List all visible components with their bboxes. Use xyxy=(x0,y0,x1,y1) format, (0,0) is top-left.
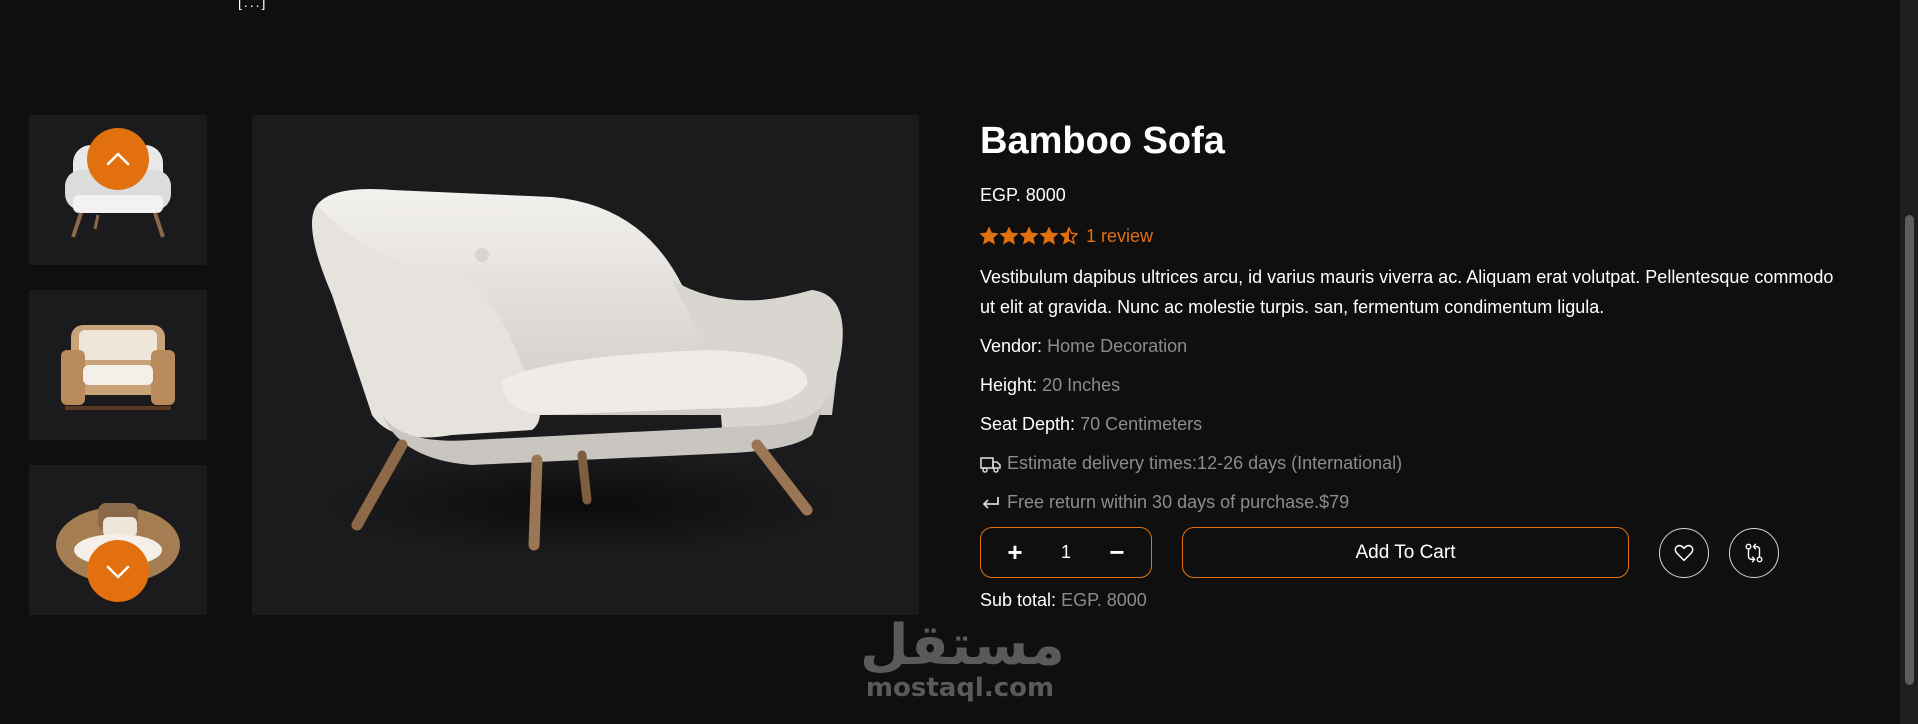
spec-height: Height: 20 Inches xyxy=(980,371,1850,400)
thumbnail-scroll-down-button[interactable] xyxy=(87,540,149,602)
rating-stars xyxy=(980,227,1078,245)
spec-label: Seat Depth: xyxy=(980,414,1076,434)
rattan-armchair-thumb-image xyxy=(61,325,175,410)
chevron-up-icon xyxy=(106,152,130,166)
subtotal: Sub total: EGP. 8000 xyxy=(980,590,1850,611)
star-icon xyxy=(1040,227,1058,245)
compare-button[interactable] xyxy=(1729,527,1779,578)
main-product-image xyxy=(252,115,919,615)
product-title: Bamboo Sofa xyxy=(980,120,1225,162)
spec-value[interactable]: Home Decoration xyxy=(1047,336,1187,356)
quantity-value[interactable]: 1 xyxy=(1061,542,1071,563)
watermark-latin: mostaql.com xyxy=(865,673,1055,703)
white-armchair-image xyxy=(312,189,843,555)
heart-icon xyxy=(1674,544,1694,561)
review-count-link[interactable]: 1 review xyxy=(1086,226,1153,247)
spec-value: 20 Inches xyxy=(1042,375,1121,395)
subtotal-label: Sub total: xyxy=(980,590,1057,610)
wishlist-button[interactable] xyxy=(1659,527,1709,578)
spec-label: Vendor: xyxy=(980,336,1043,356)
delivery-info: Estimate delivery times:12-26 days (Inte… xyxy=(980,449,1850,478)
star-icon xyxy=(1060,227,1078,245)
subtotal-value: EGP. 8000 xyxy=(1061,590,1147,610)
delivery-text: Estimate delivery times:12-26 days (Inte… xyxy=(1007,453,1403,473)
spec-seat-depth: Seat Depth: 70 Centimeters xyxy=(980,410,1850,439)
truck-icon xyxy=(980,456,1001,473)
star-icon xyxy=(980,227,998,245)
top-cropped-text: [...] xyxy=(238,0,268,10)
thumbnail-rattan-armchair[interactable] xyxy=(29,290,207,440)
quantity-increase-button[interactable]: + xyxy=(1001,537,1029,568)
compare-icon xyxy=(1745,542,1763,563)
spec-vendor: Vendor: Home Decoration xyxy=(980,332,1850,361)
return-info: Free return within 30 days of purchase.$… xyxy=(980,488,1850,517)
quantity-stepper: + 1 − xyxy=(980,527,1152,578)
return-arrow-icon xyxy=(982,496,999,509)
purchase-actions: + 1 − Add To Cart xyxy=(980,527,1850,578)
spec-label: Height: xyxy=(980,375,1038,395)
watermark: مستقل mostaql.com xyxy=(860,613,1065,704)
watermark-arabic: مستقل xyxy=(860,613,1065,678)
product-info: Bamboo Sofa EGP. 8000 1 review Vestibulu… xyxy=(980,115,1850,611)
spec-value: 70 Centimeters xyxy=(1080,414,1203,434)
star-icon xyxy=(1020,227,1038,245)
scrollbar-thumb[interactable] xyxy=(1905,215,1914,685)
star-icon xyxy=(1000,227,1018,245)
chevron-down-icon xyxy=(106,565,130,579)
product-description: Vestibulum dapibus ultrices arcu, id var… xyxy=(980,267,1834,317)
thumbnail-scroll-up-button[interactable] xyxy=(87,128,149,190)
product-price: EGP. 8000 xyxy=(980,185,1066,205)
page-scrollbar[interactable] xyxy=(1900,0,1918,724)
return-text: Free return within 30 days of purchase.$… xyxy=(1007,492,1350,512)
product-rating: 1 review xyxy=(980,224,1850,248)
quantity-decrease-button[interactable]: − xyxy=(1103,537,1131,568)
add-to-cart-button[interactable]: Add To Cart xyxy=(1182,527,1629,578)
